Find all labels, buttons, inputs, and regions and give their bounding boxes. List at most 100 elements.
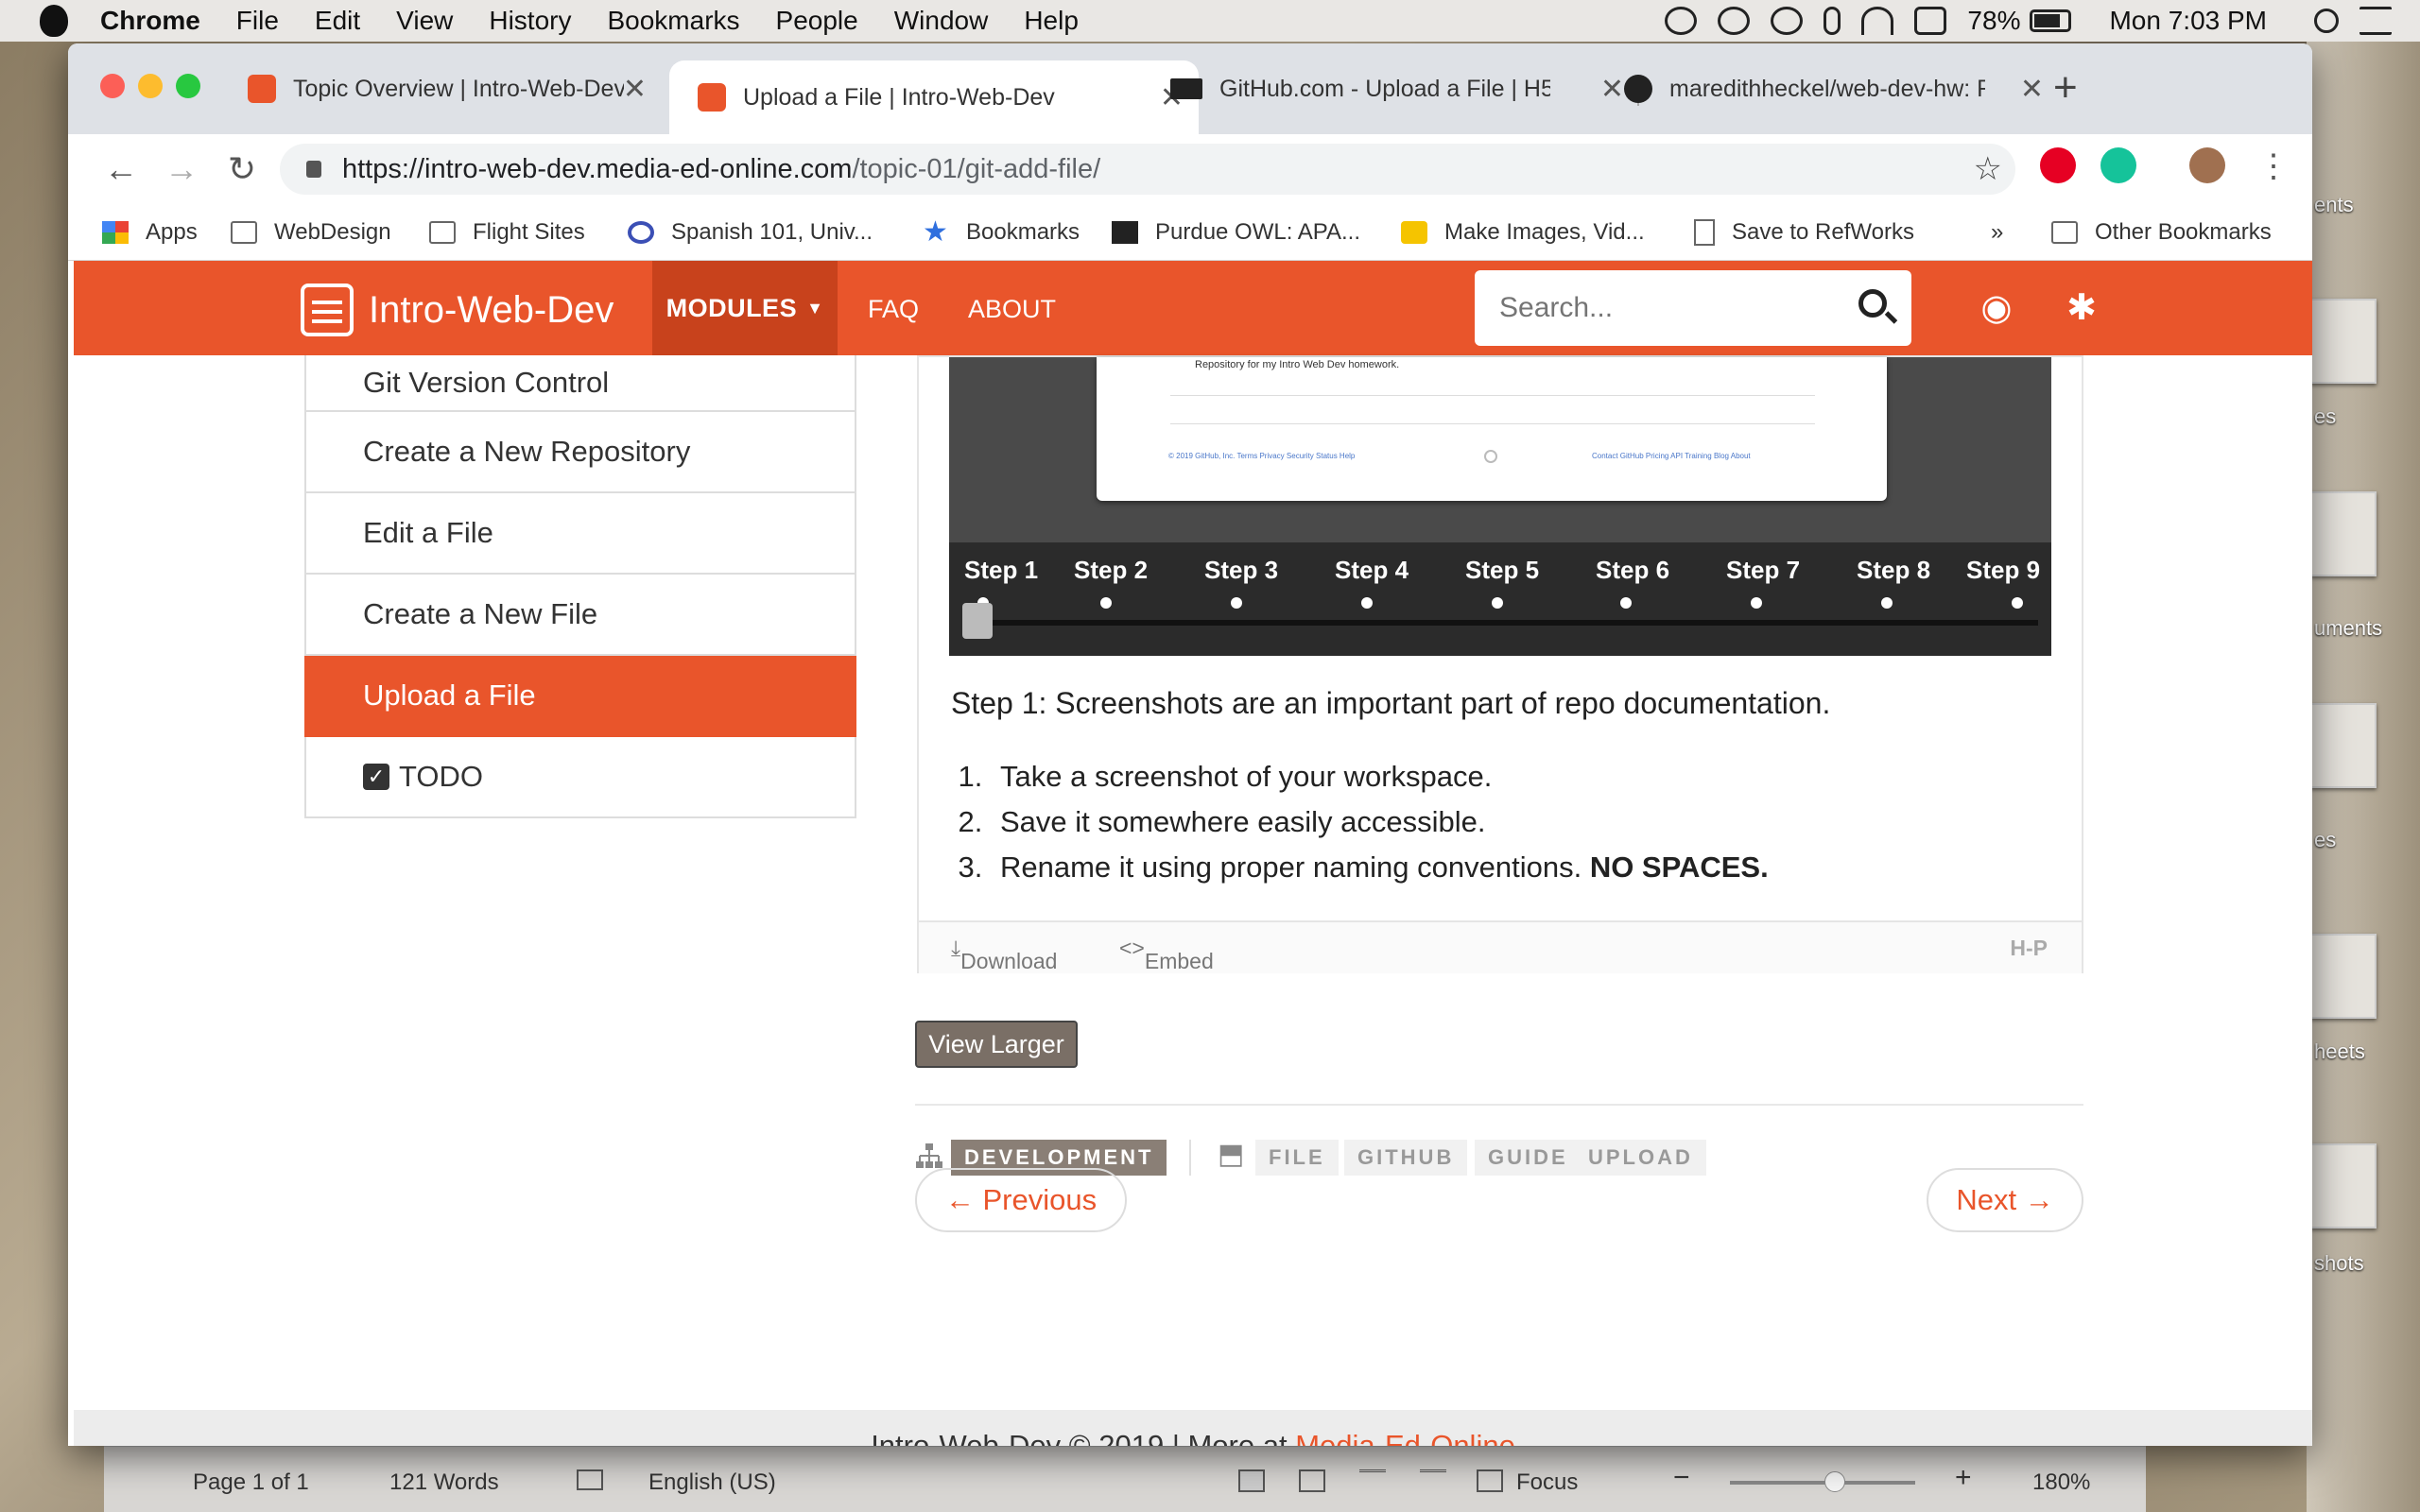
word-page-count[interactable]: Page 1 of 1 <box>193 1469 309 1496</box>
site-logo[interactable]: Intro-Web-Dev <box>301 284 614 336</box>
step-dot[interactable] <box>1881 597 1893 609</box>
grammarly-extension-icon[interactable] <box>2100 147 2136 183</box>
tag-guide[interactable]: GUIDE <box>1475 1140 1582 1176</box>
view-larger-button[interactable]: View Larger <box>915 1021 1078 1068</box>
bookmark-make-images[interactable]: Make Images, Vid... <box>1401 219 1645 246</box>
bookmarks-overflow-button[interactable]: » <box>1991 219 2003 246</box>
desktop-label[interactable]: shots <box>2314 1251 2364 1276</box>
desktop-file-icon[interactable] <box>2310 1143 2377 1228</box>
bookmark-bookmarks[interactable]: ★ Bookmarks <box>923 218 1080 247</box>
bookmark-spanish-101[interactable]: Spanish 101, Univ... <box>628 219 873 246</box>
lock-icon[interactable] <box>306 161 321 178</box>
time-machine-icon[interactable] <box>1771 7 1804 35</box>
spotlight-search-icon[interactable] <box>2314 9 2339 33</box>
footer-link[interactable]: Media-Ed-Online <box>1295 1429 1515 1446</box>
search-input[interactable] <box>1499 292 1840 324</box>
print-layout-icon[interactable] <box>1238 1469 1265 1492</box>
desktop-label[interactable]: ents <box>2314 193 2354 217</box>
next-page-button[interactable]: Next → <box>1927 1168 2083 1232</box>
menu-window[interactable]: Window <box>894 6 989 36</box>
step-label[interactable]: Step 5 <box>1465 556 1539 585</box>
tab-upload-a-file[interactable]: Upload a File | Intro-Web-Dev ✕ <box>669 60 1199 134</box>
zoom-slider[interactable] <box>1730 1481 1915 1485</box>
zoom-window-button[interactable] <box>176 74 200 98</box>
desktop-file-icon[interactable] <box>2310 491 2377 576</box>
step-label[interactable]: Step 4 <box>1335 556 1409 585</box>
menu-view[interactable]: View <box>396 6 453 36</box>
step-label[interactable]: Step 2 <box>1074 556 1148 585</box>
tag-github[interactable]: GITHUB <box>1344 1140 1468 1176</box>
word-focus-label[interactable]: Focus <box>1516 1469 1578 1496</box>
step-label[interactable]: Step 7 <box>1726 556 1800 585</box>
new-tab-button[interactable]: + <box>2053 64 2078 112</box>
step-dot[interactable] <box>1231 597 1242 609</box>
sidebar-item-todo[interactable]: ✓ TODO <box>304 737 856 818</box>
proofing-icon[interactable] <box>577 1469 603 1490</box>
outline-icon[interactable] <box>1359 1469 1386 1492</box>
desktop-file-icon[interactable] <box>2310 703 2377 788</box>
bluetooth-icon[interactable] <box>1824 7 1841 35</box>
desktop-label[interactable]: es <box>2314 404 2336 429</box>
battery-icon[interactable] <box>2030 9 2072 32</box>
step-dot[interactable] <box>1100 597 1112 609</box>
nav-about[interactable]: ABOUT <box>968 295 1056 324</box>
apple-icon[interactable] <box>40 5 68 37</box>
menu-file[interactable]: File <box>236 6 279 36</box>
pinterest-extension-icon[interactable] <box>2040 147 2076 183</box>
embed-button[interactable]: <> Embed <box>1119 936 1214 973</box>
step-dot[interactable] <box>1361 597 1373 609</box>
word-language[interactable]: English (US) <box>648 1469 776 1496</box>
menu-edit[interactable]: Edit <box>315 6 360 36</box>
close-tab-icon[interactable]: ✕ <box>2020 73 2044 106</box>
wifi-icon[interactable] <box>1861 7 1894 35</box>
clock[interactable]: Mon 7:03 PM <box>2109 6 2267 36</box>
download-button[interactable]: ⤓ Download <box>951 936 1057 973</box>
step-dot[interactable] <box>1492 597 1503 609</box>
github-icon[interactable]: ◉ <box>1978 289 2015 327</box>
desktop-file-icon[interactable] <box>2310 934 2377 1019</box>
menu-app-name[interactable]: Chrome <box>100 6 200 36</box>
h5p-logo[interactable]: H-P <box>2010 936 2048 961</box>
bookmark-other-bookmarks[interactable]: Other Bookmarks <box>2051 219 2272 246</box>
desktop-label[interactable]: heets <box>2314 1040 2365 1064</box>
web-layout-icon[interactable] <box>1299 1469 1325 1492</box>
nav-modules-dropdown[interactable]: MODULES ▼ <box>652 261 838 355</box>
desktop-label[interactable]: uments <box>2314 616 2382 641</box>
step-label[interactable]: Step 6 <box>1596 556 1669 585</box>
close-tab-icon[interactable]: ✕ <box>623 73 647 106</box>
bookmark-webdesign[interactable]: WebDesign <box>231 219 391 246</box>
address-bar[interactable]: https://intro-web-dev.media-ed-online.co… <box>280 144 2015 195</box>
settings-gear-icon[interactable]: ✱ <box>2063 289 2100 327</box>
shazam-icon[interactable] <box>1718 7 1751 35</box>
desktop-label[interactable]: es <box>2314 828 2336 852</box>
zoom-slider-handle[interactable] <box>1824 1471 1845 1492</box>
sidebar-item-create-file[interactable]: Create a New File <box>304 575 856 656</box>
creative-cloud-icon[interactable] <box>1665 7 1698 35</box>
step-slider-handle[interactable] <box>962 603 993 639</box>
minimize-window-button[interactable] <box>138 74 163 98</box>
step-label[interactable]: Step 3 <box>1204 556 1278 585</box>
tag-file[interactable]: FILE <box>1255 1140 1339 1176</box>
focus-icon[interactable] <box>1477 1469 1503 1492</box>
back-arrow-icon[interactable]: ← <box>91 149 151 189</box>
bookmark-star-icon[interactable]: ☆ <box>1974 150 2002 188</box>
menu-help[interactable]: Help <box>1024 6 1079 36</box>
previous-page-button[interactable]: ← Previous <box>915 1168 1127 1232</box>
word-zoom-level[interactable]: 180% <box>2032 1469 2090 1496</box>
step-slider-track[interactable] <box>964 620 2038 626</box>
draft-icon[interactable] <box>1420 1469 1446 1492</box>
tab-h5p-upload[interactable]: GitHub.com - Upload a File | H5P ✕ <box>1142 60 1639 117</box>
tab-github-repo[interactable]: maredithheckel/web-dev-hw: R ✕ <box>1596 60 2059 117</box>
step-dot[interactable] <box>1751 597 1762 609</box>
close-window-button[interactable] <box>100 74 125 98</box>
zoom-in-icon[interactable]: + <box>1955 1462 1972 1494</box>
reload-icon[interactable]: ↻ <box>212 149 272 189</box>
step-label[interactable]: Step 8 <box>1857 556 1930 585</box>
volume-icon[interactable] <box>1914 7 1947 35</box>
chrome-menu-icon[interactable]: ⋮ <box>2257 147 2290 185</box>
step-label[interactable]: Step 1 <box>964 556 1038 585</box>
sidebar-item-upload-file[interactable]: Upload a File <box>304 656 856 737</box>
bookmark-purdue-owl[interactable]: Purdue OWL: APA... <box>1112 219 1360 246</box>
word-word-count[interactable]: 121 Words <box>389 1469 499 1496</box>
zoom-out-icon[interactable]: − <box>1673 1462 1690 1494</box>
